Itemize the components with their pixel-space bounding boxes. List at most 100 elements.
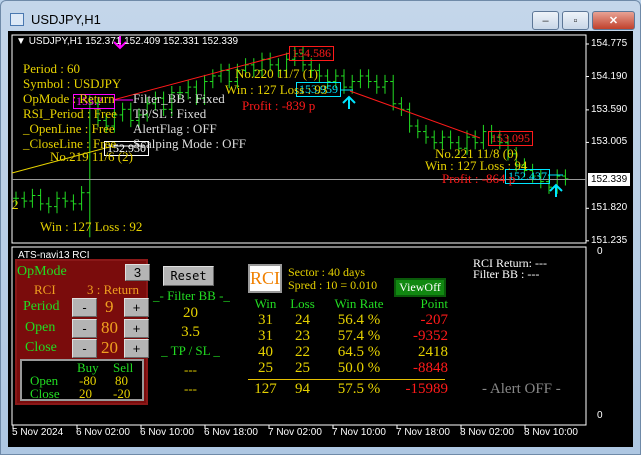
time-axis-label: 5 Nov 2024: [12, 427, 64, 438]
info-filter-bb: Filter_BB : Fixed: [133, 91, 225, 106]
stats-header: Win: [254, 296, 277, 311]
time-axis-label: 6 Nov 10:00: [140, 427, 194, 438]
price-axis-label: 154.775: [591, 38, 628, 49]
stats-cell: 31: [258, 328, 273, 344]
info-period: Period : 60: [23, 61, 81, 76]
stats-header: Point: [420, 296, 448, 311]
chart-header-text: USDJPY,H1 152.371 152.409 152.331 152.33…: [28, 36, 239, 47]
stats-cell: -8848: [413, 360, 448, 376]
opmode-label: OpMode: [17, 264, 67, 279]
close-sell-value: -20: [113, 386, 131, 401]
stats-total-cell: 94: [295, 381, 310, 397]
sl-value: ---: [184, 381, 197, 396]
chart-window-icon: [10, 13, 24, 26]
buy-arrow-icon: [342, 95, 356, 109]
time-axis-label: 8 Nov 10:00: [524, 427, 578, 438]
opmode-button[interactable]: 3: [125, 264, 150, 281]
info-rsi-period: RSI_Period : Free: [23, 106, 117, 121]
stats-cell: 56.4 %: [337, 312, 381, 328]
stats-cell: 64.5 %: [337, 344, 381, 360]
stats-cell: 22: [295, 344, 310, 360]
indicator-axis-bottom: 0: [597, 410, 603, 421]
close-button[interactable]: ✕: [592, 11, 635, 30]
price-axis-label: 153.005: [591, 136, 628, 148]
window-title: USDJPY,H1: [31, 12, 101, 27]
indicator-axis-top: 0: [597, 246, 603, 257]
time-axis-label: 7 Nov 10:00: [332, 427, 386, 438]
stats-cell: -9352: [413, 328, 448, 344]
price-axis-label: 153.590: [591, 103, 628, 115]
open-minus-button[interactable]: -: [72, 319, 97, 338]
stats-cell: 24: [295, 312, 310, 328]
time-axis-label: 7 Nov 18:00: [396, 427, 450, 438]
info-alertflag: AlertFlag : OFF: [133, 121, 217, 136]
filter-bb-status: Filter BB : ---: [473, 267, 540, 281]
info-openline: _OpenLine : Free: [23, 121, 115, 136]
trade-220-profit: Profit : -839 p: [242, 98, 316, 113]
stats-total-cell: 57.5 %: [337, 381, 381, 397]
open-value: 80: [101, 318, 118, 337]
chart-header: ▼ USDJPY,H1 152.371 152.409 152.331 152.…: [16, 36, 238, 47]
chart-menu-icon[interactable]: ▼: [16, 36, 29, 47]
rci-label: RCI: [34, 282, 56, 297]
red-trade-line-2: [349, 90, 481, 139]
info-tpsl: TP/SL : Fixed: [133, 106, 207, 121]
viewoff-button[interactable]: ViewOff: [394, 278, 446, 297]
price-label-153095: 153.095: [488, 131, 533, 146]
bs-close-label: Close: [30, 386, 60, 401]
price-axis-label: 154.190: [591, 70, 628, 82]
period-value: 9: [105, 297, 114, 316]
period-minus-button[interactable]: -: [72, 298, 97, 317]
close-label: Close: [25, 340, 57, 355]
trade-220-label: No.220 11/7 (1): [235, 66, 318, 81]
time-axis-label: 6 Nov 02:00: [76, 427, 130, 438]
filter-bb-title: _- Filter BB -_: [153, 288, 230, 303]
alert-status: - Alert OFF -: [482, 381, 561, 397]
close-plus-button[interactable]: +: [124, 339, 149, 358]
reset-button[interactable]: Reset: [163, 266, 214, 286]
stats-cell: 2418: [418, 344, 448, 360]
filter-bb-period: 20: [183, 305, 198, 321]
chart-area[interactable]: ▼ USDJPY,H1 152.371 152.409 152.331 152.…: [8, 31, 633, 447]
info-scalping: Scalping Mode : OFF: [133, 136, 247, 151]
left-partial-label: 2: [12, 197, 19, 212]
time-axis-label: 6 Nov 18:00: [204, 427, 258, 438]
stats-cell: 31: [258, 312, 273, 328]
open-plus-button[interactable]: +: [124, 319, 149, 338]
time-axis-label: 8 Nov 02:00: [460, 427, 514, 438]
stats-total-cell: -15989: [405, 381, 449, 397]
minimize-button[interactable]: –: [532, 11, 559, 30]
rci-mode: 3 : Return: [87, 282, 139, 297]
open-label: Open: [25, 320, 56, 335]
spred-text: Spred : 10 = 0.010: [288, 278, 378, 292]
stats-cell: 25: [258, 360, 273, 376]
buy-sell-table: Buy Sell Open Close -80 80 20 -20: [20, 359, 144, 401]
stats-cell: 23: [295, 328, 310, 344]
rci-control-panel: OpMode 3 RCI 3 : Return Period - 9 + Ope…: [15, 259, 150, 405]
maximize-button[interactable]: ▫: [562, 11, 589, 30]
left-winloss: Win : 127 Loss : 92: [40, 219, 143, 234]
stats-total-cell: 127: [254, 381, 277, 397]
info-opmode: OpMode : Return: [23, 91, 115, 106]
close-buy-value: 20: [79, 386, 92, 401]
price-axis-label: 151.235: [591, 234, 628, 246]
stats-cell: -207: [420, 312, 449, 328]
close-value: 20: [101, 338, 118, 357]
rci-logo: RCI: [248, 264, 282, 293]
trade-221-profit: Profit : -864 p: [442, 171, 516, 186]
trade-220-winloss: Win : 127 Loss : 93: [225, 82, 328, 97]
rci-logo-text: RCI: [250, 268, 281, 288]
info-symbol: Symbol : USDJPY: [23, 76, 122, 91]
filter-bb-deviation: 3.5: [181, 324, 200, 340]
tp-value: ---: [184, 362, 197, 377]
close-minus-button[interactable]: -: [72, 339, 97, 358]
stats-header: Win Rate: [334, 296, 384, 311]
stats-cell: 50.0 %: [337, 360, 381, 376]
stats-divider: [248, 379, 445, 380]
current-price-badge: 152.339: [588, 173, 631, 187]
period-label: Period: [23, 299, 60, 314]
stats-cell: 57.4 %: [337, 328, 381, 344]
period-plus-button[interactable]: +: [124, 298, 149, 317]
price-label-154586: 154.586: [289, 46, 334, 61]
stats-header: Loss: [290, 296, 315, 311]
